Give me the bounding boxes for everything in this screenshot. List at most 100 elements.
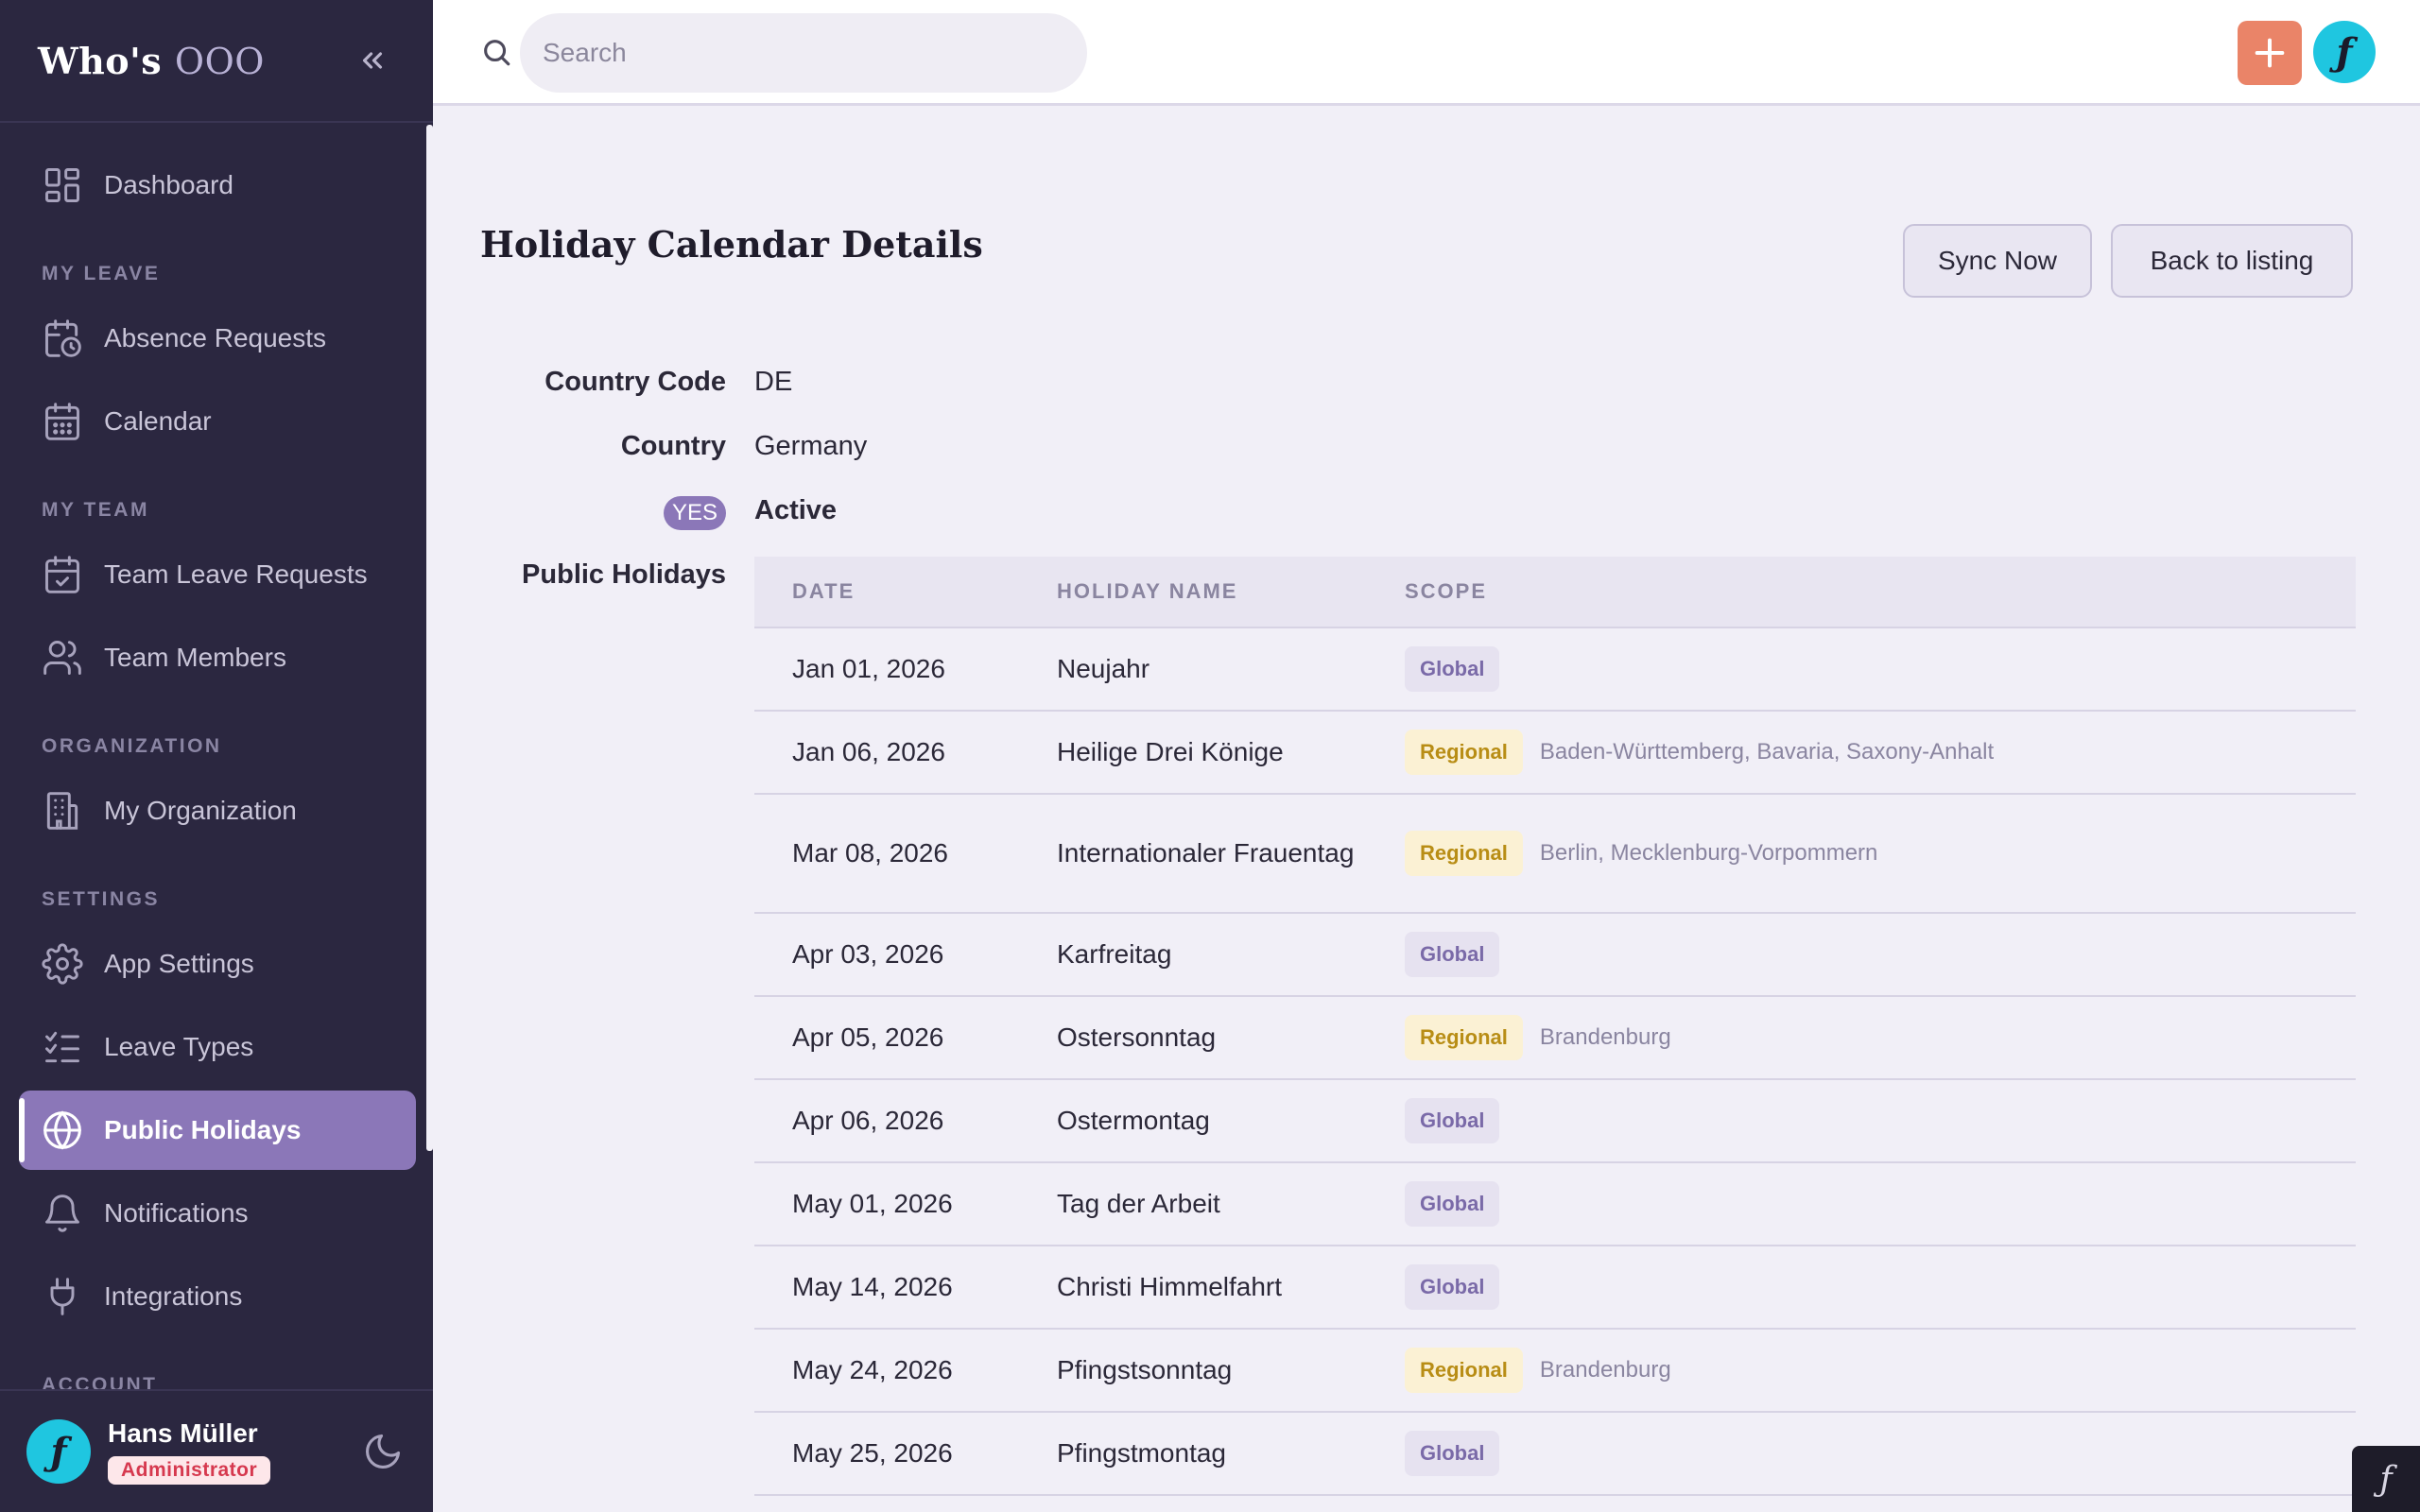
status-badge: YES <box>664 496 726 530</box>
scope-badge: Global <box>1405 646 1500 692</box>
calendar-check-icon <box>45 556 79 593</box>
calendar-icon <box>45 403 79 440</box>
section-settings: SETTINGS <box>42 888 161 910</box>
logo-accent-text: OOO <box>174 40 265 82</box>
add-button[interactable] <box>2238 21 2302 85</box>
scope-regions: Brandenburg <box>1539 1024 1671 1050</box>
user-panel: ƒ Hans Müller Administrator <box>0 1389 433 1512</box>
back-to-listing-button[interactable]: Back to listing <box>2111 224 2353 298</box>
table-row: Apr 05, 2026 Ostersonntag Regional Brandenb… <box>754 997 2356 1080</box>
holiday-name: Ostermontag <box>1057 1106 1210 1135</box>
sidebar-item-team-leave-requests[interactable]: Team Leave Requests <box>19 535 416 614</box>
sidebar-item-team-members[interactable]: Team Members <box>19 618 416 697</box>
sidebar-item-label: Calendar <box>104 406 212 436</box>
holiday-date: Mar 08, 2026 <box>792 838 948 868</box>
bell-icon <box>45 1194 79 1232</box>
sidebar-scrollbar[interactable] <box>426 125 433 1151</box>
page-title: Holiday Calendar Details <box>480 223 983 266</box>
column-header-scope: SCOPE <box>1405 579 1488 603</box>
sidebar: Who's OOO Dashboard MY LEAVE Absence Req… <box>0 0 433 1512</box>
avatar[interactable]: ƒ <box>26 1419 91 1484</box>
holiday-scope: Regional Berlin, Mecklenburg-Vorpommern <box>1405 831 1877 876</box>
table-body: Jan 01, 2026 Neujahr Global Jan 06, 2026 Hei… <box>754 628 2356 1496</box>
section-organization: ORGANIZATION <box>42 735 222 757</box>
holiday-name: Pfingstmontag <box>1057 1438 1226 1468</box>
plus-icon <box>2255 38 2285 68</box>
gear-icon <box>42 943 83 985</box>
holiday-name: Ostersonntag <box>1057 1022 1217 1052</box>
sync-now-button[interactable]: Sync Now <box>1903 224 2092 298</box>
scope-badge: Global <box>1405 1098 1500 1143</box>
holiday-scope: Global <box>1405 932 1500 977</box>
holiday-date: Jan 06, 2026 <box>792 737 945 766</box>
sidebar-item-dashboard[interactable]: Dashboard <box>19 146 416 225</box>
sidebar-item-label: My Organization <box>104 796 297 825</box>
app-logo[interactable]: Who's OOO <box>38 40 265 82</box>
sidebar-item-label: Team Leave Requests <box>104 559 368 589</box>
sidebar-item-my-organization[interactable]: My Organization <box>19 771 416 850</box>
sidebar-item-notifications[interactable]: Notifications <box>19 1174 416 1253</box>
column-header-date: DATE <box>792 579 856 603</box>
search-icon <box>484 40 510 66</box>
scope-badge: Global <box>1405 1181 1500 1227</box>
public-holidays-label: Public Holidays <box>522 559 726 590</box>
sidebar-item-label: Public Holidays <box>104 1115 302 1144</box>
table-row: Apr 06, 2026 Ostermontag Global <box>754 1080 2356 1163</box>
holiday-scope: Regional Baden-Württemberg, Bavaria, Saxo… <box>1405 730 1994 775</box>
scope-regions: Brandenburg <box>1539 1357 1671 1383</box>
debug-toolbar-icon[interactable]: ƒ <box>2352 1446 2420 1512</box>
plug-icon <box>50 1278 75 1315</box>
table-row: Jan 01, 2026 Neujahr Global <box>754 628 2356 712</box>
sidebar-item-label: Leave Types <box>104 1032 254 1061</box>
holiday-scope: Regional Brandenburg <box>1405 1348 1671 1393</box>
globe-icon <box>43 1110 81 1150</box>
holidays-table: DATE HOLIDAY NAME SCOPE Jan 01, 2026 Neuj… <box>754 557 2356 1496</box>
table-row: May 14, 2026 Christi Himmelfahrt Global <box>754 1246 2356 1330</box>
holiday-date: May 14, 2026 <box>792 1272 953 1301</box>
table-row: May 24, 2026 Pfingstsonntag Regional Brande… <box>754 1330 2356 1413</box>
sidebar-item-absence-requests[interactable]: Absence Requests <box>19 299 416 378</box>
sidebar-item-public-holidays[interactable]: Public Holidays <box>19 1091 416 1170</box>
user-meta: Hans Müller Administrator <box>108 1418 359 1485</box>
topbar: ƒ <box>433 0 2420 106</box>
table-row: May 25, 2026 Pfingstmontag Global <box>754 1413 2356 1496</box>
scope-badge: Regional <box>1405 1348 1523 1393</box>
scope-badge: Regional <box>1405 1015 1523 1060</box>
scope-badge: Regional <box>1405 730 1523 775</box>
country-label: Country <box>620 431 726 461</box>
user-menu-avatar[interactable]: ƒ <box>2313 21 2376 83</box>
holiday-date: Apr 03, 2026 <box>792 939 944 969</box>
holiday-date: Apr 06, 2026 <box>792 1106 944 1135</box>
table-row: Apr 03, 2026 Karfreitag Global <box>754 914 2356 997</box>
holiday-scope: Global <box>1405 1264 1500 1310</box>
country-value: Germany <box>754 431 868 461</box>
moon-icon <box>366 1434 401 1469</box>
logo-text: Who's <box>38 39 163 82</box>
user-name: Hans Müller <box>108 1418 258 1448</box>
sidebar-item-integrations[interactable]: Integrations <box>19 1257 416 1336</box>
building-icon <box>46 792 78 830</box>
scope-regions: Baden-Württemberg, Bavaria, Saxony-Anhal… <box>1539 739 1995 765</box>
sidebar-item-label: Dashboard <box>104 170 233 199</box>
users-icon <box>43 641 81 675</box>
sidebar-item-calendar[interactable]: Calendar <box>19 382 416 461</box>
country-code-label: Country Code <box>544 367 726 397</box>
section-my-team: MY TEAM <box>42 499 149 521</box>
search-input[interactable] <box>520 13 1087 93</box>
sidebar-item-label: Integrations <box>104 1281 243 1311</box>
sidebar-item-app-settings[interactable]: App Settings <box>19 924 416 1004</box>
sidebar-item-leave-types[interactable]: Leave Types <box>19 1007 416 1087</box>
theme-toggle-button[interactable] <box>359 1428 406 1475</box>
dashboard-icon <box>45 168 79 202</box>
table-row: Mar 08, 2026 Internationaler Frauentag Reg… <box>754 795 2356 914</box>
scope-badge: Global <box>1405 932 1500 977</box>
holiday-date: May 24, 2026 <box>792 1355 953 1384</box>
sidebar-item-label: Team Members <box>104 643 286 672</box>
sidebar-item-label: App Settings <box>104 949 254 978</box>
scope-badge: Global <box>1405 1431 1500 1476</box>
list-check-icon <box>45 1031 79 1063</box>
holiday-scope: Global <box>1405 646 1500 692</box>
holiday-name: Pfingstsonntag <box>1057 1355 1233 1384</box>
holiday-scope: Global <box>1405 1431 1500 1476</box>
collapse-sidebar-button[interactable] <box>354 42 391 79</box>
